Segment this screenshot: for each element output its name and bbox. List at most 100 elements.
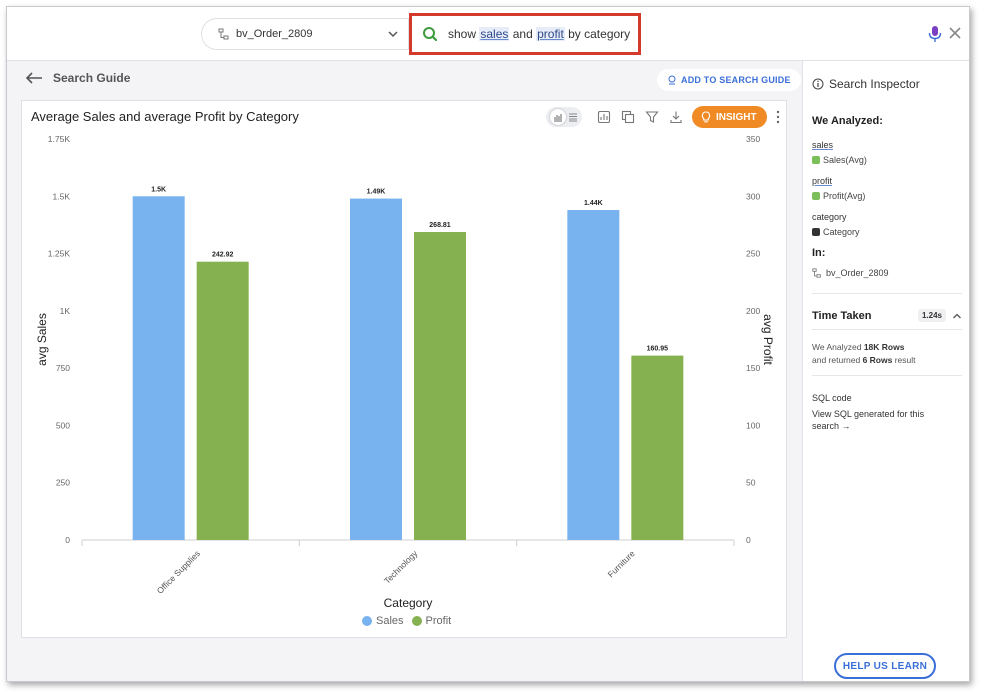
y-tick-label: 500 <box>56 420 70 430</box>
datasource-select[interactable]: bv_Order_2809 <box>201 18 409 50</box>
add-to-search-guide-button[interactable]: ADD TO SEARCH GUIDE <box>657 69 801 91</box>
bar-profit <box>196 261 249 540</box>
analyzed-keyword-profit[interactable]: profit <box>812 176 832 186</box>
search-token: show <box>448 27 477 41</box>
search-token-keyword[interactable]: profit <box>536 27 565 41</box>
search-bar: bv_Order_2809 show sales and profit by c… <box>7 7 969 61</box>
data-label-sales: 1.44K <box>584 200 603 207</box>
search-inspector-panel: Search Inspector We Analyzed: sales Sale… <box>802 61 969 681</box>
data-label-profit: 160.95 <box>647 346 669 353</box>
legend-swatch-sales <box>362 616 372 626</box>
y-tick-label: 1.25K <box>48 249 71 259</box>
y2-tick-label: 100 <box>746 420 760 430</box>
insight-label: INSIGHT <box>716 111 757 123</box>
legend-item-profit[interactable]: Profit <box>411 615 452 627</box>
we-analyzed-heading: We Analyzed: <box>812 115 883 127</box>
returned-suffix: result <box>892 355 916 365</box>
y-tick-label: 0 <box>65 535 70 545</box>
analyzed-column-category: Category <box>812 227 860 237</box>
microphone-icon[interactable] <box>927 25 943 43</box>
y-tick-label: 750 <box>56 363 70 373</box>
chart-type-icon[interactable] <box>597 110 611 124</box>
search-token: by category <box>568 27 631 41</box>
search-input[interactable]: show sales and profit by category <box>409 13 641 55</box>
chevron-down-icon[interactable] <box>386 27 400 41</box>
more-options-icon[interactable] <box>775 110 781 124</box>
y-tick-label: 1K <box>60 306 71 316</box>
x-tick-label: Technology <box>382 548 420 586</box>
chart-table-toggle[interactable] <box>546 107 582 127</box>
insight-button[interactable]: INSIGHT <box>692 106 767 128</box>
y2-tick-label: 300 <box>746 191 760 201</box>
y-tick-label: 250 <box>56 478 70 488</box>
filter-icon[interactable] <box>645 110 659 124</box>
chart-card: Average Sales and average Profit by Cate… <box>21 100 787 638</box>
guide-icon <box>668 75 676 85</box>
legend-item-sales[interactable]: Sales <box>362 615 404 627</box>
x-tick-label: Furniture <box>606 548 637 579</box>
search-token: and <box>512 27 533 41</box>
data-label-profit: 268.81 <box>429 222 451 229</box>
analyzed-column-sales: Sales(Avg) <box>812 155 867 165</box>
datasource-icon <box>812 268 821 278</box>
y2-tick-label: 250 <box>746 249 760 259</box>
attribute-badge-icon <box>812 228 820 236</box>
bar-sales <box>132 196 185 540</box>
analyzed-prefix: We Analyzed <box>812 342 864 352</box>
data-label-sales: 1.5K <box>151 186 166 193</box>
arrow-left-icon <box>25 72 42 84</box>
y2-tick-label: 0 <box>746 535 751 545</box>
close-icon[interactable] <box>947 25 963 41</box>
datasource-icon <box>218 28 230 40</box>
bar-profit <box>631 355 684 540</box>
chart-legend: Sales Profit <box>362 615 459 627</box>
y2-tick-label: 150 <box>746 363 760 373</box>
bar-profit <box>414 232 466 540</box>
analyzed-summary: We Analyzed 18K Rows and returned 6 Rows… <box>812 341 962 367</box>
divider <box>812 375 962 376</box>
info-icon <box>812 78 824 90</box>
download-icon[interactable] <box>669 110 683 124</box>
legend-label-profit: Profit <box>425 615 452 627</box>
chart-view-icon[interactable] <box>550 109 566 125</box>
search-token-keyword[interactable]: sales <box>479 27 510 41</box>
bar-sales <box>350 198 402 540</box>
legend-swatch-profit <box>411 616 422 626</box>
search-icon <box>423 27 438 42</box>
lightbulb-icon <box>701 111 711 123</box>
y-tick-label: 1.75K <box>48 134 71 144</box>
x-axis-title: Category <box>384 596 433 610</box>
in-source-label: bv_Order_2809 <box>826 268 889 278</box>
chart-toolbar: INSIGHT <box>546 105 781 129</box>
analyzed-keyword-category[interactable]: category <box>812 212 847 222</box>
y-axis-title: avg Sales <box>35 313 49 366</box>
copy-icon[interactable] <box>621 110 635 124</box>
time-taken-row[interactable]: Time Taken 1.24s <box>812 309 962 322</box>
x-tick-label: Office Supplies <box>155 548 202 595</box>
column-label: Profit(Avg) <box>823 191 866 201</box>
analyzed-column-profit: Profit(Avg) <box>812 191 865 201</box>
divider <box>812 293 962 294</box>
data-label-sales: 1.49K <box>367 189 386 196</box>
add-guide-label: ADD TO SEARCH GUIDE <box>681 75 791 85</box>
analyzed-keyword-sales[interactable]: sales <box>812 140 833 150</box>
y2-tick-label: 50 <box>746 478 756 488</box>
table-view-icon[interactable] <box>568 112 578 122</box>
help-us-learn-button[interactable]: HELP US LEARN <box>834 653 936 679</box>
time-taken-heading: Time Taken <box>812 309 872 322</box>
app-window: bv_Order_2809 show sales and profit by c… <box>6 6 970 682</box>
data-label-profit: 242.92 <box>212 252 234 259</box>
y2-tick-label: 200 <box>746 306 760 316</box>
back-label: Search Guide <box>53 71 131 85</box>
divider <box>812 329 962 330</box>
y-tick-label: 1.5K <box>53 191 71 201</box>
returned-prefix: and returned <box>812 355 863 365</box>
back-to-search-guide[interactable]: Search Guide <box>25 71 130 85</box>
time-taken-value: 1.24s <box>917 309 946 322</box>
datasource-label: bv_Order_2809 <box>236 28 313 40</box>
legend-label-sales: Sales <box>376 615 404 627</box>
sql-code-heading: SQL code <box>812 393 852 403</box>
bar-sales <box>567 210 620 540</box>
view-sql-link[interactable]: View SQL generated for this search → <box>812 408 952 432</box>
chevron-up-icon[interactable] <box>952 312 962 320</box>
